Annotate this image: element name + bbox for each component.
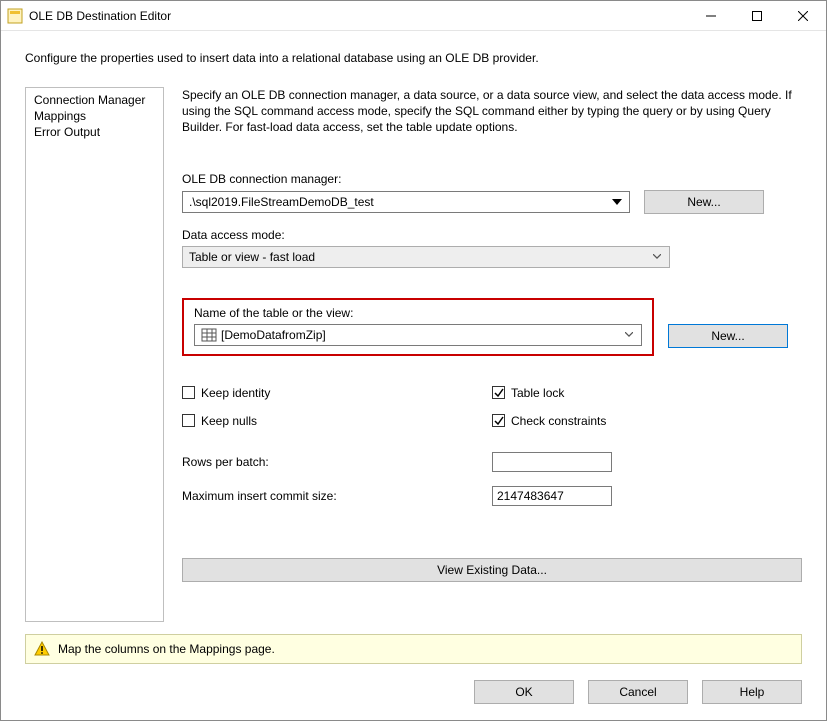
table-name-value: [DemoDatafromZip] [221, 328, 621, 342]
conn-new-label: New... [687, 195, 720, 209]
checkbox-icon [182, 386, 195, 399]
help-button[interactable]: Help [702, 680, 802, 704]
nav-item-error-output[interactable]: Error Output [26, 124, 163, 140]
app-icon [7, 8, 23, 24]
chevron-down-icon [609, 192, 625, 212]
warning-text: Map the columns on the Mappings page. [58, 642, 275, 656]
table-icon [201, 327, 217, 343]
access-mode-label: Data access mode: [182, 228, 802, 242]
cancel-button[interactable]: Cancel [588, 680, 688, 704]
window-title: OLE DB Destination Editor [29, 9, 688, 23]
table-new-button[interactable]: New... [668, 324, 788, 348]
checkbox-checked-icon [492, 414, 505, 427]
dialog-description: Configure the properties used to insert … [1, 31, 826, 77]
conn-manager-value: .\sql2019.FileStreamDemoDB_test [189, 195, 609, 209]
keep-identity-checkbox[interactable]: Keep identity [182, 386, 492, 400]
dialog-footer: OK Cancel Help [1, 674, 826, 720]
minimize-button[interactable] [688, 1, 734, 30]
view-existing-data-button[interactable]: View Existing Data... [182, 558, 802, 582]
keep-nulls-label: Keep nulls [201, 414, 257, 428]
check-constraints-checkbox[interactable]: Check constraints [492, 414, 802, 428]
nav-item-mappings[interactable]: Mappings [26, 108, 163, 124]
warning-strip: Map the columns on the Mappings page. [25, 634, 802, 664]
nav-item-connection-manager[interactable]: Connection Manager [26, 92, 163, 108]
conn-manager-label: OLE DB connection manager: [182, 172, 802, 186]
commit-size-input[interactable] [492, 486, 612, 506]
ok-button[interactable]: OK [474, 680, 574, 704]
table-name-highlight: Name of the table or the view: [DemoData… [182, 298, 654, 356]
titlebar: OLE DB Destination Editor [1, 1, 826, 31]
maximize-button[interactable] [734, 1, 780, 30]
conn-manager-combo[interactable]: .\sql2019.FileStreamDemoDB_test [182, 191, 630, 213]
view-existing-data-label: View Existing Data... [437, 563, 547, 577]
chevron-down-icon [649, 247, 665, 267]
rows-per-batch-input[interactable] [492, 452, 612, 472]
access-mode-combo[interactable]: Table or view - fast load [182, 246, 670, 268]
ok-label: OK [515, 685, 532, 699]
table-name-combo[interactable]: [DemoDatafromZip] [194, 324, 642, 346]
table-new-label: New... [711, 329, 744, 343]
table-lock-checkbox[interactable]: Table lock [492, 386, 802, 400]
keep-identity-label: Keep identity [201, 386, 270, 400]
intro-text: Specify an OLE DB connection manager, a … [182, 87, 802, 136]
keep-nulls-checkbox[interactable]: Keep nulls [182, 414, 492, 428]
close-button[interactable] [780, 1, 826, 30]
help-label: Help [740, 685, 765, 699]
access-mode-value: Table or view - fast load [189, 250, 649, 264]
chevron-down-icon [621, 325, 637, 345]
checkbox-icon [182, 414, 195, 427]
check-constraints-label: Check constraints [511, 414, 606, 428]
commit-size-label: Maximum insert commit size: [182, 489, 492, 503]
page-nav: Connection Manager Mappings Error Output [25, 87, 164, 622]
conn-new-button[interactable]: New... [644, 190, 764, 214]
warning-icon [34, 641, 50, 657]
cancel-label: Cancel [619, 685, 656, 699]
checkbox-checked-icon [492, 386, 505, 399]
table-lock-label: Table lock [511, 386, 564, 400]
rows-per-batch-label: Rows per batch: [182, 455, 492, 469]
table-name-label: Name of the table or the view: [194, 306, 642, 320]
